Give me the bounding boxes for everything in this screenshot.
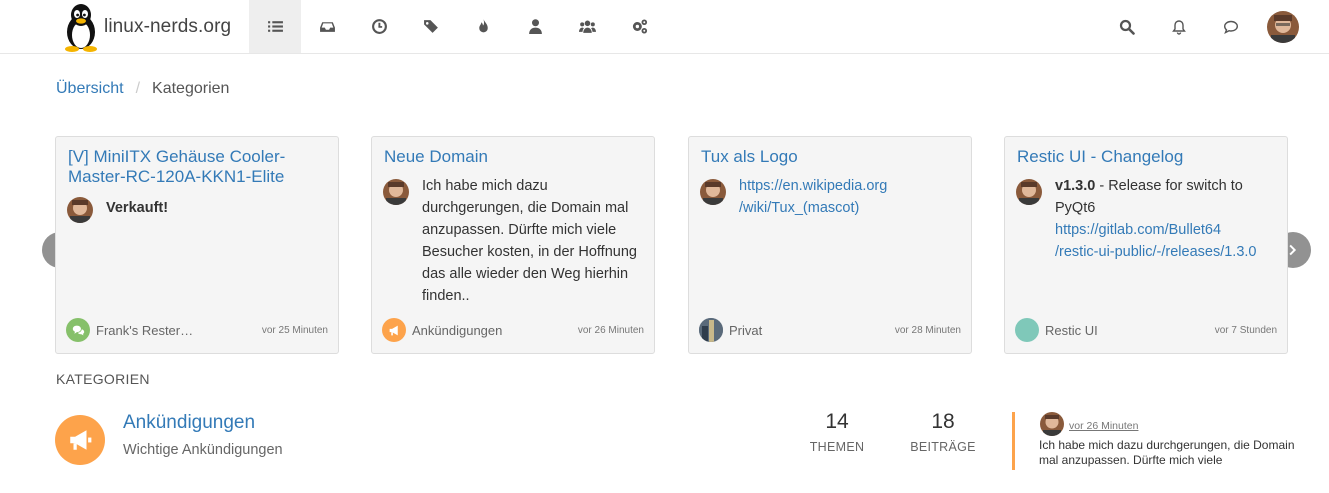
category-description: Wichtige Ankündigungen [123, 442, 283, 458]
posts-label: BEITRÄGE [910, 440, 976, 454]
topics-stat: 14 THEMEN [792, 410, 882, 454]
timestamp[interactable]: vor 7 Stunden [1215, 325, 1277, 336]
category-badge[interactable] [1015, 318, 1039, 342]
nav-users[interactable] [509, 0, 561, 53]
avatar[interactable] [383, 179, 409, 205]
version-label: v1.3.0 [1055, 178, 1096, 194]
teaser-text: Ich habe mich dazu durchgerungen, die Do… [1039, 438, 1295, 467]
categories-heading: KATEGORIEN [56, 371, 150, 387]
nav-groups[interactable] [561, 0, 613, 53]
user-avatar[interactable] [1267, 10, 1299, 43]
timestamp[interactable]: vor 28 Minuten [895, 325, 961, 336]
card-body: Verkauft! [106, 200, 169, 216]
card-footer: Frank's Rester… vor 25 Minuten [66, 317, 328, 343]
card-footer: Ankündigungen vor 26 Minuten [382, 317, 644, 343]
posts-count: 18 [931, 410, 955, 433]
brand[interactable]: linux-nerds.org [58, 0, 231, 54]
comments-icon [72, 325, 84, 335]
bell-icon [1172, 19, 1186, 35]
main-nav [249, 0, 665, 53]
nav-popular[interactable] [457, 0, 509, 53]
search-button[interactable] [1101, 0, 1153, 53]
category-name[interactable]: Privat [729, 323, 895, 338]
category-badge[interactable] [382, 318, 406, 342]
tux-logo [58, 2, 104, 52]
breadcrumb-current: Kategorien [152, 80, 230, 97]
avatar[interactable] [1040, 412, 1064, 436]
nav-categories[interactable] [249, 0, 301, 53]
bullhorn-icon [389, 325, 398, 335]
search-icon [1119, 19, 1135, 35]
card-title[interactable]: [V] MiniITX Gehäuse Cooler-Master-RC-120… [68, 147, 330, 187]
nav-admin[interactable] [613, 0, 665, 53]
card-link[interactable]: https://gitlab.com/Bullet64 [1055, 222, 1221, 238]
chat-icon [1223, 20, 1239, 34]
notifications-button[interactable] [1153, 0, 1205, 53]
card-footer: Restic UI vor 7 Stunden [1015, 317, 1277, 343]
recent-topic-card: Neue Domain Ich habe mich dazu durchgeru… [371, 136, 655, 354]
chevron-right-icon [1289, 244, 1297, 256]
card-title[interactable]: Tux als Logo [701, 147, 963, 167]
top-navbar: linux-nerds.org [0, 0, 1329, 54]
card-body: https://en.wikipedia.org /wiki/Tux_(masc… [739, 175, 961, 219]
category-badge[interactable] [66, 318, 90, 342]
user-icon [528, 19, 542, 34]
timestamp[interactable]: vor 26 Minuten [578, 325, 644, 336]
avatar[interactable] [1016, 179, 1042, 205]
nav-recent[interactable] [301, 0, 353, 53]
bullhorn-icon [70, 430, 92, 450]
breadcrumb-home[interactable]: Übersicht [56, 80, 124, 98]
users-icon [578, 20, 596, 33]
card-link[interactable]: /restic-ui-public/-/releases/1.3.0 [1055, 244, 1256, 260]
recent-topic-card: Tux als Logo https://en.wikipedia.org /w… [688, 136, 972, 354]
category-image-icon [699, 318, 723, 342]
category-name[interactable]: Frank's Rester… [96, 323, 262, 338]
category-badge[interactable] [699, 318, 723, 342]
category-title[interactable]: Ankündigungen [123, 412, 255, 434]
posts-stat: 18 BEITRÄGE [898, 410, 988, 454]
chats-button[interactable] [1205, 0, 1257, 53]
topics-count: 14 [825, 410, 849, 433]
breadcrumb: Übersicht / Kategorien [56, 80, 229, 98]
category-icon[interactable] [55, 415, 105, 465]
card-title[interactable]: Restic UI - Changelog [1017, 147, 1279, 167]
card-title[interactable]: Neue Domain [384, 147, 646, 167]
nav-unread[interactable] [353, 0, 405, 53]
category-name[interactable]: Ankündigungen [412, 323, 578, 338]
cogs-icon [632, 19, 647, 34]
teaser-timestamp[interactable]: vor 26 Minuten [1069, 420, 1138, 432]
list-icon [267, 21, 283, 32]
tags-icon [423, 20, 438, 33]
avatar[interactable] [67, 197, 93, 223]
topics-label: THEMEN [809, 440, 865, 454]
clock-icon [371, 19, 387, 34]
recent-topic-card: Restic UI - Changelog v1.3.0 - Release f… [1004, 136, 1288, 354]
fire-icon [478, 19, 488, 33]
nav-tags[interactable] [405, 0, 457, 53]
card-body: Ich habe mich dazu durchgerungen, die Do… [422, 178, 637, 304]
avatar[interactable] [700, 179, 726, 205]
category-name[interactable]: Restic UI [1045, 323, 1215, 338]
brand-name[interactable]: linux-nerds.org [104, 16, 231, 38]
card-footer: Privat vor 28 Minuten [699, 317, 961, 343]
card-link[interactable]: /wiki/Tux_(mascot) [739, 200, 859, 216]
category-teaser: vor 26 Minuten Ich habe mich dazu durchg… [1012, 412, 1302, 470]
card-body: v1.3.0 - Release for switch to PyQt6 htt… [1055, 175, 1283, 263]
right-nav [1101, 0, 1329, 53]
card-link[interactable]: https://en.wikipedia.org [739, 178, 887, 194]
timestamp[interactable]: vor 25 Minuten [262, 325, 328, 336]
breadcrumb-separator: / [135, 80, 141, 97]
recent-topic-card: [V] MiniITX Gehäuse Cooler-Master-RC-120… [55, 136, 339, 354]
inbox-icon [319, 22, 335, 32]
